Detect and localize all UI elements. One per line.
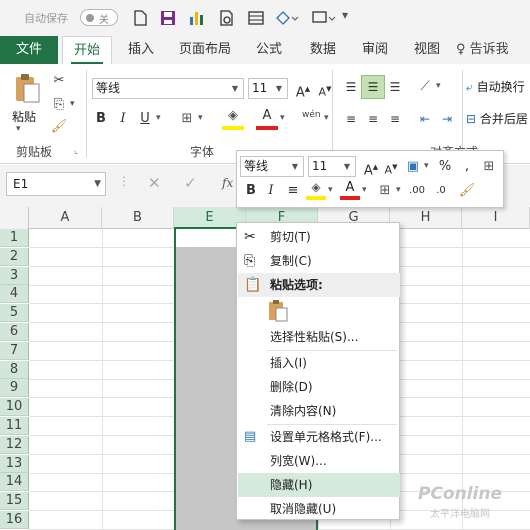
mini-borders-icon[interactable]: ⊞	[374, 180, 396, 202]
mini-font-size-value: 11	[312, 159, 328, 173]
mini-number-format-dropdown-icon[interactable]: ▾	[424, 161, 429, 171]
row-header[interactable]: 2	[0, 248, 29, 266]
menu-item-label: 清除内容(N)	[270, 404, 337, 418]
chevron-down-icon: ▼	[343, 162, 351, 171]
paste-icon: 📋	[244, 277, 262, 293]
scissors-icon: ✂	[244, 229, 256, 245]
menu-item-label: 剪切(T)	[270, 230, 311, 244]
menu-item-paste-special[interactable]: 选择性粘贴(S)...	[238, 325, 400, 349]
mini-font-color-icon[interactable]: A	[340, 180, 360, 200]
column-gridline	[102, 229, 103, 530]
row-header[interactable]: 11	[0, 417, 29, 435]
paste-options-header: 📋 粘贴选项:	[238, 273, 400, 297]
mini-font-color-dropdown-icon[interactable]: ▾	[362, 185, 367, 195]
mini-font-name-value: 等线	[244, 159, 269, 173]
row-header[interactable]: 14	[0, 473, 29, 491]
mini-format-table-icon[interactable]: ⊞	[478, 156, 500, 178]
row-header[interactable]: 13	[0, 455, 29, 473]
menu-item-clear-contents[interactable]: 清除内容(N)	[238, 399, 400, 423]
menu-item-label: 列宽(W)...	[270, 454, 327, 468]
mini-bold-icon[interactable]: B	[240, 180, 262, 202]
menu-item-label: 选择性粘贴(S)...	[270, 330, 359, 344]
row-header[interactable]: 16	[0, 511, 29, 529]
mini-percent-icon[interactable]: %	[434, 156, 456, 178]
paste-default-icon[interactable]	[267, 299, 289, 323]
menu-item-hide[interactable]: 隐藏(H)	[238, 473, 400, 497]
mini-fill-color-icon[interactable]: ◈	[306, 180, 326, 200]
mini-italic-icon[interactable]: I	[260, 180, 282, 202]
menu-item-label: 隐藏(H)	[270, 478, 313, 492]
row-header[interactable]: 3	[0, 267, 29, 285]
menu-item-copy[interactable]: ⎘ 复制(C)	[238, 249, 400, 273]
menu-item-format-cells[interactable]: ▤ 设置单元格格式(F)...	[238, 425, 400, 449]
row-header[interactable]: 10	[0, 398, 29, 416]
mini-borders-dropdown-icon[interactable]: ▾	[396, 185, 401, 195]
row-header[interactable]: 8	[0, 361, 29, 379]
mini-font-name-combo[interactable]: 等线 ▼	[240, 156, 304, 177]
row-header[interactable]: 9	[0, 379, 29, 397]
mini-font-size-combo[interactable]: 11 ▼	[308, 156, 356, 177]
row-header[interactable]: 7	[0, 342, 29, 360]
paste-options-label: 粘贴选项:	[270, 278, 323, 292]
watermark-logo: PConline	[418, 484, 503, 504]
watermark-subtitle: 太平洋电脑网	[430, 509, 490, 520]
menu-item-column-width[interactable]: 列宽(W)...	[238, 449, 400, 473]
menu-item-label: 设置单元格格式(F)...	[270, 430, 382, 444]
menu-item-cut[interactable]: ✂ 剪切(T)	[238, 225, 400, 249]
mini-increase-decimal-icon[interactable]: .00	[406, 180, 428, 202]
row-header[interactable]: 15	[0, 492, 29, 510]
menu-item-label: 取消隐藏(U)	[270, 502, 337, 516]
row-header[interactable]: 5	[0, 304, 29, 322]
chevron-down-icon: ▼	[291, 162, 299, 171]
mini-center-icon[interactable]: ≡	[282, 180, 304, 202]
menu-item-label: 插入(I)	[270, 356, 307, 370]
row-header[interactable]: 4	[0, 285, 29, 303]
mini-increase-font-icon[interactable]: A▲	[360, 156, 382, 178]
row-header[interactable]: 6	[0, 323, 29, 341]
mini-number-format-icon[interactable]: ▣	[402, 156, 424, 178]
excel-window: 自动保存 关 ▾ 文件 开始 插入 页面布局 公式 数据 审阅 视图 ♀ 告诉我…	[0, 0, 530, 530]
copy-icon: ⎘	[244, 253, 256, 269]
row-header[interactable]: 1	[0, 229, 29, 247]
row-header[interactable]: 12	[0, 436, 29, 454]
mini-fill-dropdown-icon[interactable]: ▾	[328, 185, 333, 195]
menu-item-insert[interactable]: 插入(I)	[238, 351, 400, 375]
menu-item-unhide[interactable]: 取消隐藏(U)	[238, 497, 400, 521]
mini-decrease-decimal-icon[interactable]: .0	[430, 180, 452, 202]
menu-item-label: 复制(C)	[270, 254, 312, 268]
format-cells-icon: ▤	[244, 429, 257, 444]
mini-comma-icon[interactable]: ,	[456, 156, 478, 178]
menu-item-delete[interactable]: 删除(D)	[238, 375, 400, 399]
context-menu: ✂ 剪切(T) ⎘ 复制(C) 📋 粘贴选项: 选择性粘贴(S)... 插入(I…	[236, 222, 400, 520]
menu-item-label: 删除(D)	[270, 380, 313, 394]
mini-decrease-font-icon[interactable]: A▼	[380, 156, 402, 178]
mini-format-painter-icon[interactable]: 🖌	[456, 180, 478, 202]
